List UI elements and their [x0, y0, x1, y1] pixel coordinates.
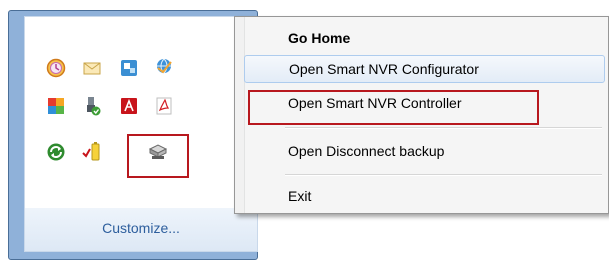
globe-app-icon[interactable]	[154, 56, 174, 76]
menu-item-open-disconnect-backup[interactable]: Open Disconnect backup	[244, 137, 605, 165]
menu-item-exit[interactable]: Exit	[244, 182, 605, 210]
device-icon-highlight-box	[127, 134, 189, 178]
network-display-icon[interactable]	[119, 58, 139, 78]
usb-device-icon[interactable]	[82, 96, 102, 116]
battery-check-icon[interactable]	[82, 142, 102, 162]
customize-link[interactable]: Customize...	[25, 220, 257, 236]
multicolor-app-icon[interactable]	[46, 96, 66, 116]
clock-shield-icon[interactable]	[46, 58, 66, 78]
menu-item-go-home[interactable]: Go Home	[244, 24, 605, 52]
controller-item-highlight-box	[248, 90, 539, 125]
green-sync-icon[interactable]	[46, 142, 66, 162]
menu-separator	[285, 174, 602, 176]
adobe-icon[interactable]	[119, 96, 139, 116]
pdf-icon[interactable]	[154, 96, 174, 116]
menu-separator	[285, 127, 602, 129]
menu-item-open-configurator[interactable]: Open Smart NVR Configurator	[244, 55, 605, 83]
tray-footer: Customize...	[24, 208, 258, 252]
mail-icon[interactable]	[82, 58, 102, 78]
